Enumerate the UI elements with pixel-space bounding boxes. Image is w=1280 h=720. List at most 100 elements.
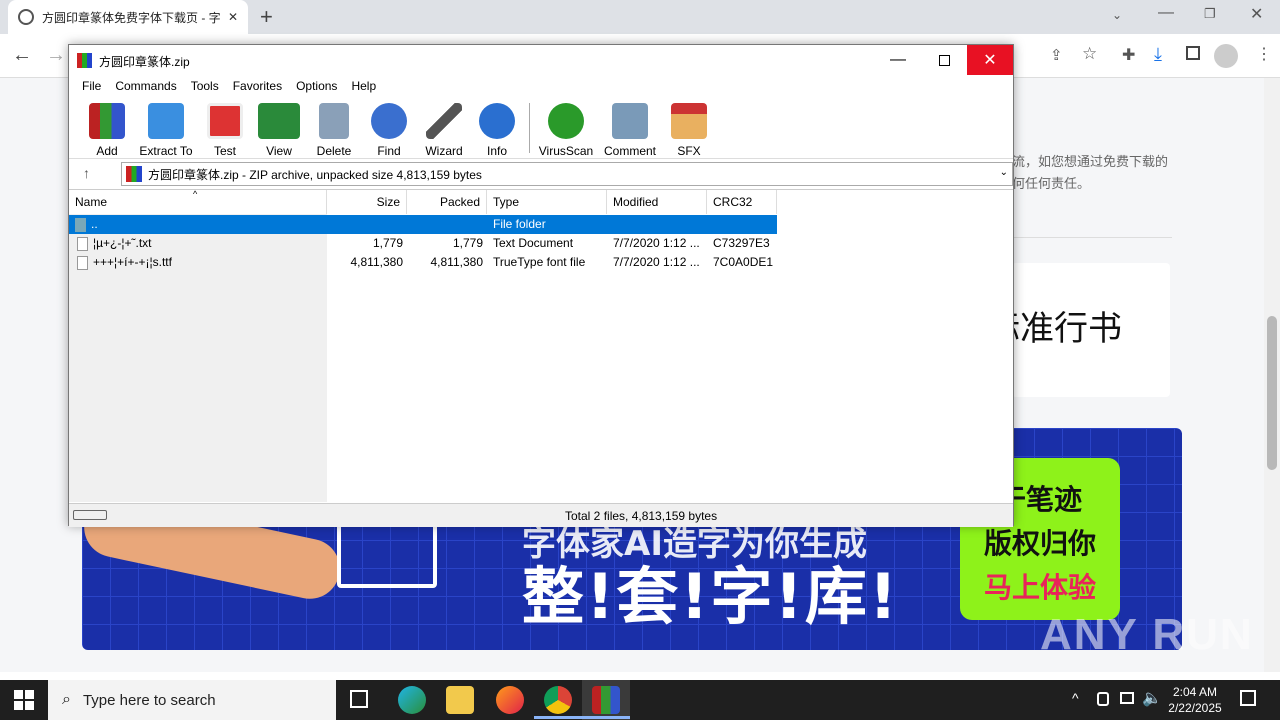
sfx-button[interactable]: SFX (667, 101, 711, 158)
view-button[interactable]: View (255, 101, 303, 158)
status-bar: Total 2 files, 4,813,159 bytes (69, 503, 1013, 527)
winrar-taskbar-icon[interactable] (592, 686, 620, 714)
forward-icon[interactable]: → (46, 44, 66, 67)
extract-to-button[interactable]: Extract To (137, 101, 195, 158)
close-browser-icon[interactable]: ✕ (1250, 4, 1263, 24)
menu-options[interactable]: Options (289, 79, 344, 93)
font-preview-card: 你标准行书 (952, 263, 1170, 397)
firefox-icon[interactable] (496, 686, 524, 714)
virusscan-button[interactable]: VirusScan (537, 101, 595, 158)
find-button[interactable]: Find (367, 101, 411, 158)
delete-button[interactable]: Delete (311, 101, 357, 158)
windows-start-icon[interactable] (14, 690, 34, 710)
text-file-icon (77, 236, 88, 251)
tray-device-icon[interactable] (1097, 692, 1109, 706)
virusscan-label: VirusScan (538, 144, 594, 158)
add-icon (89, 103, 125, 139)
table-row[interactable]: +++¦+í+-+¡¦s.ttf 4,811,380 4,811,380 Tru… (69, 253, 777, 272)
tab-search-icon[interactable]: ⌄ (1112, 8, 1122, 22)
menu-help[interactable]: Help (344, 79, 383, 93)
menu-file[interactable]: File (75, 79, 108, 93)
extensions-icon[interactable]: ✚ (1122, 45, 1135, 65)
up-arrow-icon[interactable]: ↑ (83, 165, 90, 181)
winrar-title: 方圆印章篆体.zip (99, 55, 190, 69)
toolbar-separator (529, 103, 530, 153)
taskbar-search-box[interactable]: ⌕ Type here to search (48, 680, 336, 720)
book-icon (258, 103, 300, 139)
download-icon[interactable]: ⤓ (1154, 44, 1162, 65)
side-panel-icon[interactable] (1186, 46, 1200, 60)
maximize-icon[interactable] (921, 45, 967, 75)
table-row[interactable]: ¦µ+¿-¦+˜.txt 1,779 1,779 Text Document 7… (69, 234, 777, 253)
font-file-icon (77, 255, 88, 270)
volume-icon[interactable]: 🔈 (1142, 688, 1162, 708)
col-crc32[interactable]: CRC32 (707, 190, 777, 214)
test-label: Test (213, 144, 236, 158)
share-icon[interactable]: ⇪ (1050, 46, 1063, 64)
menu-commands[interactable]: Commands (108, 79, 183, 93)
task-view-icon[interactable] (350, 690, 368, 708)
extract-to-label: Extract To (139, 144, 193, 158)
sort-arrow-icon: ^ (193, 189, 198, 199)
tray-chevron-icon[interactable]: ^ (1072, 690, 1079, 706)
network-icon[interactable] (1120, 692, 1134, 704)
notification-icon[interactable] (1240, 690, 1256, 706)
info-button[interactable]: Info (477, 101, 517, 158)
table-row[interactable]: .. File folder (69, 215, 777, 234)
menu-tools[interactable]: Tools (184, 79, 226, 93)
browser-menu-icon[interactable]: ⋮ (1256, 44, 1272, 64)
banner-line2: 整!套!字!库! (522, 560, 900, 633)
col-name[interactable]: Name ^ (69, 189, 327, 214)
find-label: Find (377, 144, 401, 158)
col-packed[interactable]: Packed (407, 190, 487, 214)
web-divider (1012, 237, 1172, 238)
wizard-button[interactable]: Wizard (421, 101, 467, 158)
row-modified: 7/7/2020 1:12 ... (613, 255, 700, 269)
col-modified[interactable]: Modified (607, 190, 707, 214)
web-disclaimer-text: 流，如您想通过免费下载的 何任何责任。 (1012, 155, 1169, 192)
add-button[interactable]: Add (85, 101, 129, 158)
new-tab-button[interactable]: + (260, 4, 273, 30)
drive-icon[interactable] (73, 510, 107, 520)
info-icon (479, 103, 515, 139)
view-label: View (266, 144, 292, 158)
sfx-label: SFX (677, 144, 701, 158)
chevron-down-icon[interactable]: ⌄ (1000, 167, 1008, 178)
tab-close-icon[interactable]: ✕ (228, 10, 238, 24)
banner-cta-text[interactable]: 马上体验 (970, 566, 1110, 610)
comment-label: Comment (603, 144, 656, 158)
comment-button[interactable]: Comment (601, 101, 659, 158)
restore-browser-icon[interactable]: ❐ (1204, 6, 1216, 22)
file-explorer-icon[interactable] (446, 686, 474, 714)
col-type[interactable]: Type (487, 190, 607, 214)
zip-icon (126, 166, 142, 182)
close-icon[interactable]: ✕ (967, 45, 1013, 75)
row-size: 4,811,380 (350, 255, 404, 269)
browser-tab[interactable]: 方圆印章篆体免费字体下载页 - 字 ✕ (8, 0, 248, 34)
edge-icon[interactable] (398, 686, 426, 714)
row-packed: 1,779 (452, 236, 483, 250)
archive-path-field[interactable]: 方圆印章篆体.zip - ZIP archive, unpacked size … (121, 162, 1013, 186)
row-modified: 7/7/2020 1:12 ... (613, 236, 700, 250)
minimize-browser-icon[interactable]: — (1158, 4, 1174, 22)
search-icon: ⌕ (62, 691, 71, 708)
column-header: Name ^ Size Packed Type Modified CRC32 (69, 189, 777, 214)
test-button[interactable]: Test (203, 101, 247, 158)
col-size[interactable]: Size (327, 190, 407, 214)
winrar-toolbar: Add Extract To Test View Delete Find Wiz… (69, 97, 1013, 159)
minimize-icon[interactable]: — (875, 45, 921, 75)
row-name: +++¦+í+-+¡¦s.ttf (93, 255, 172, 269)
back-icon[interactable]: ← (12, 44, 32, 67)
taskbar-clock[interactable]: 2:04 AM 2/22/2025 (1160, 684, 1230, 716)
winrar-titlebar[interactable]: 方圆印章篆体.zip — ✕ (69, 45, 1013, 75)
page-scrollbar-thumb[interactable] (1267, 316, 1277, 470)
menu-favorites[interactable]: Favorites (226, 79, 289, 93)
address-bar: ↑ 方圆印章篆体.zip - ZIP archive, unpacked siz… (69, 161, 1013, 187)
bookmark-star-icon[interactable]: ☆ (1082, 44, 1097, 64)
chrome-icon[interactable] (544, 686, 572, 714)
profile-avatar[interactable] (1214, 44, 1238, 68)
row-crc: 7C0A0DE1 (713, 255, 774, 269)
file-list[interactable]: Name ^ Size Packed Type Modified CRC32 ..… (69, 189, 1013, 502)
row-type: File folder (493, 217, 546, 231)
search-placeholder: Type here to search (82, 691, 216, 709)
